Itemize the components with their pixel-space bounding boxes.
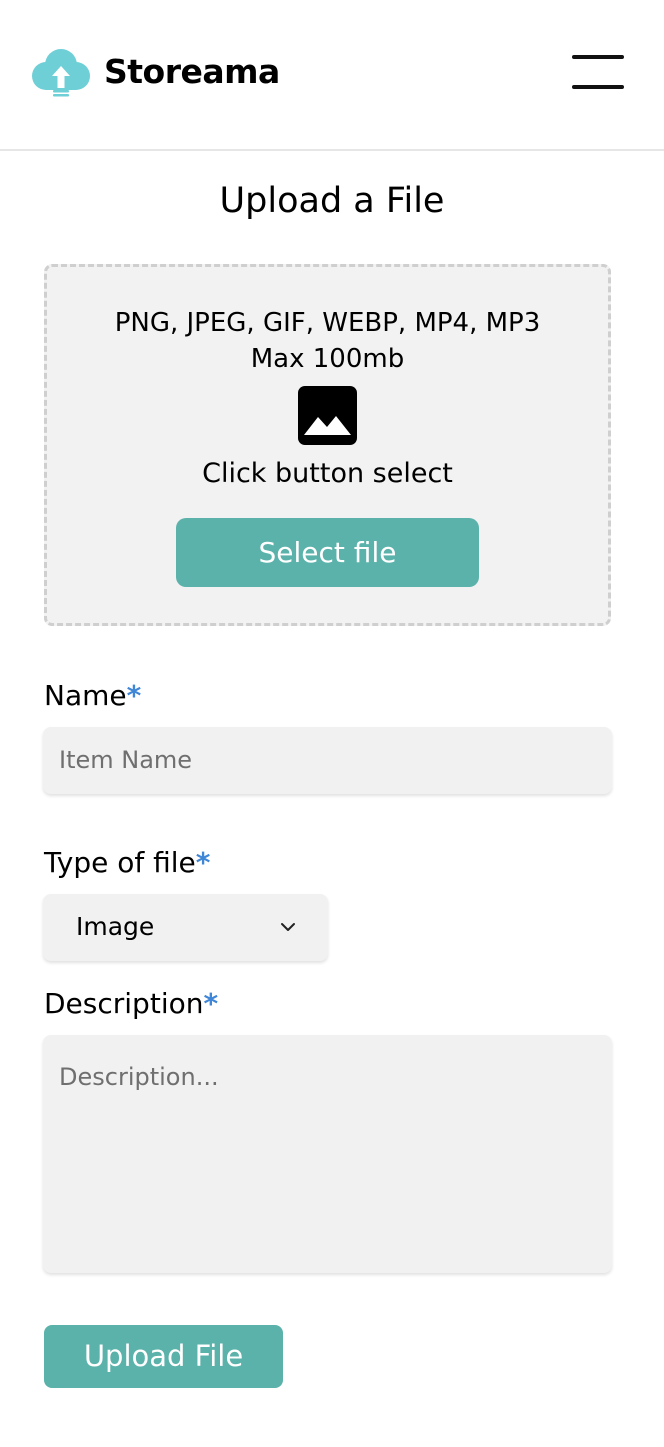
upload-file-button[interactable]: Upload File (44, 1325, 283, 1388)
description-placeholder: Description... (59, 1063, 219, 1091)
name-label: Name* (44, 677, 141, 715)
app-header: Storeama (0, 0, 664, 151)
required-mark: * (203, 987, 219, 1020)
hamburger-menu-icon[interactable] (570, 52, 626, 94)
item-name-placeholder: Item Name (59, 746, 193, 774)
item-name-input[interactable]: Item Name (43, 727, 612, 794)
page-title: Upload a File (219, 181, 445, 221)
select-hint-text: Click button select (202, 458, 453, 489)
image-icon (298, 386, 357, 445)
required-mark: * (126, 679, 142, 712)
cloud-upload-icon[interactable] (30, 48, 92, 100)
description-label: Description* (44, 985, 218, 1023)
file-dropzone[interactable]: PNG, JPEG, GIF, WEBP, MP4, MP3 Max 100mb… (44, 264, 611, 626)
file-type-selected-value: Image (76, 912, 155, 941)
name-label-text: Name (44, 679, 127, 712)
chevron-down-icon (281, 923, 295, 931)
description-label-text: Description (44, 987, 204, 1020)
required-mark: * (195, 846, 211, 879)
file-type-label: Type of file* (44, 844, 210, 882)
file-type-select[interactable]: Image (43, 894, 328, 961)
select-file-button[interactable]: Select file (176, 518, 479, 587)
allowed-formats-text: PNG, JPEG, GIF, WEBP, MP4, MP3 (114, 308, 541, 338)
file-type-label-text: Type of file (44, 846, 196, 879)
description-textarea[interactable]: Description... (43, 1035, 612, 1273)
brand-name[interactable]: Storeama (104, 50, 280, 94)
max-size-text: Max 100mb (250, 344, 405, 374)
